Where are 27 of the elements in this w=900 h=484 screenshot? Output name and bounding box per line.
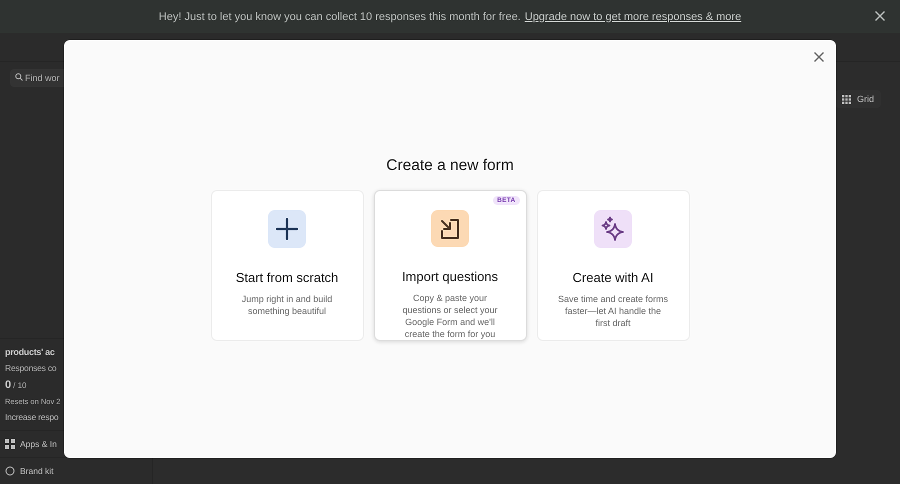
close-button[interactable] — [874, 10, 886, 22]
upgrade-link[interactable]: Upgrade now to get more responses & more — [524, 10, 742, 22]
option-title: Import questions — [402, 269, 498, 284]
response-count: 0 — [5, 379, 12, 391]
response-limit: / 10 — [13, 381, 26, 390]
option-title: Create with AI — [572, 270, 654, 285]
plus-icon — [276, 218, 298, 240]
option-description: Save time and create forms faster—let AI handle the first draft — [558, 293, 668, 329]
option-description: Copy & paste your questions or select your Google Form and we'll create the form for you — [401, 292, 499, 340]
apps-icon — [5, 439, 15, 449]
sparkles-icon — [600, 216, 626, 242]
workspace-title: products' ac — [5, 347, 56, 357]
close-button[interactable] — [813, 51, 825, 63]
modal-title: Create a new form — [386, 157, 514, 175]
grid-icon — [842, 94, 851, 104]
responses-label: Responses co — [5, 363, 58, 373]
option-card[interactable]: Start from scratch Jump right in and build something beautiful — [210, 190, 364, 341]
search-icon — [15, 73, 23, 81]
import-arrow-icon — [439, 218, 461, 240]
banner-message: Hey! Just to let you know you can collect 10 responses this month for free. — [158, 10, 521, 22]
circle-icon — [5, 466, 15, 476]
option-description: Jump right in and build something beautiful — [240, 293, 334, 317]
option-card[interactable]: Create with AI Save time and create forms faster—let AI handle the first draft — [536, 190, 690, 341]
grid-view-button[interactable]: Grid — [834, 90, 881, 108]
close-icon — [813, 51, 825, 63]
close-icon — [874, 10, 886, 22]
option-title: Start from scratch — [236, 270, 338, 285]
